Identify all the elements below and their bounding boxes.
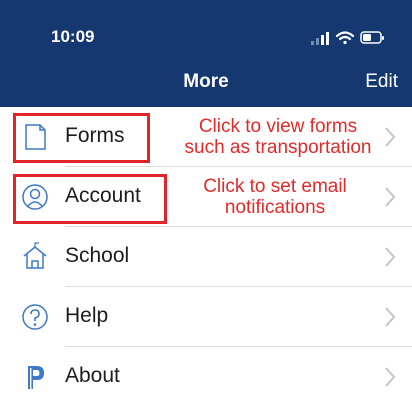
menu-item-label: School (65, 244, 130, 267)
edit-button[interactable]: Edit (365, 71, 398, 93)
chevron-right-icon (385, 307, 396, 327)
battery-icon (360, 31, 384, 44)
status-icons (311, 31, 384, 45)
chevron-right-icon (385, 367, 396, 387)
annotation-line: notifications (224, 197, 326, 218)
account-annotation: Click to set email notifications (175, 176, 375, 218)
powerschool-logo-icon (28, 366, 44, 389)
wifi-icon (335, 31, 355, 45)
status-time: 10:09 (51, 27, 95, 46)
annotation-line: Click to set email (203, 176, 347, 197)
chevron-right-icon (385, 247, 396, 267)
chevron-right-icon (385, 187, 396, 207)
page-title: More (183, 71, 229, 92)
menu-item-about[interactable]: About (0, 347, 412, 407)
menu-item-school[interactable]: School (0, 227, 412, 287)
menu-item-help[interactable]: Help (0, 287, 412, 347)
school-icon (23, 242, 47, 269)
help-icon (22, 304, 48, 330)
annotation-line: such as transportation (184, 137, 372, 158)
annotation-line: Click to view forms (198, 116, 358, 137)
forms-annotation: Click to view forms such as transportati… (168, 116, 388, 158)
forms-highlight-box (13, 113, 150, 163)
menu-item-label: Help (65, 304, 109, 327)
account-highlight-box (13, 174, 167, 224)
menu-item-label: About (65, 364, 120, 387)
app-header: 10:09 More Edit (0, 0, 412, 107)
cellular-signal-icon (311, 32, 329, 45)
